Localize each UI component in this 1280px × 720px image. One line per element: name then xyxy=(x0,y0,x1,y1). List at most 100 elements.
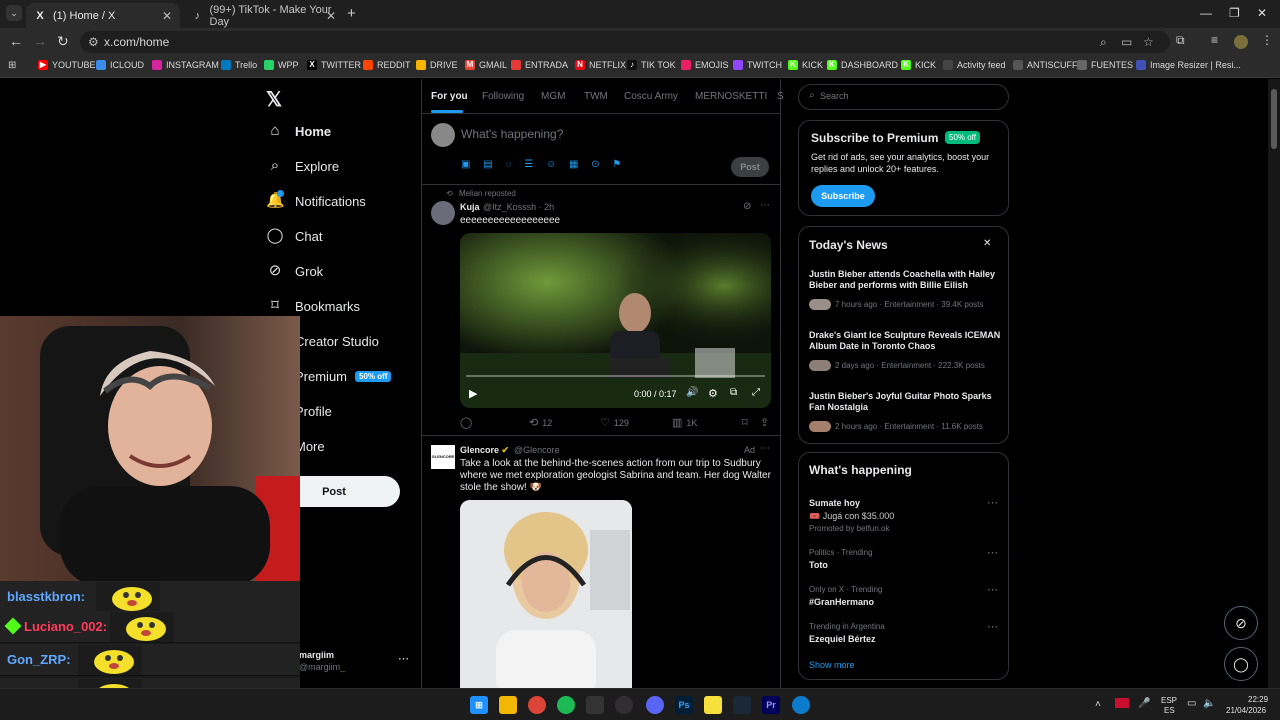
microphone-icon[interactable]: 🎤 xyxy=(1138,698,1150,709)
grok-explain-icon[interactable]: ⊘ xyxy=(743,201,751,212)
app-icon[interactable] xyxy=(586,696,604,714)
network-icon[interactable]: ▭ xyxy=(1187,698,1196,709)
bookmark-item[interactable]: FUENTES xyxy=(1077,60,1133,70)
tab-x-home[interactable]: X (1) Home / X ✕ xyxy=(26,3,180,28)
photoshop-icon[interactable]: Ps xyxy=(675,696,693,714)
bookmark-item[interactable]: ♪ TIK TOK xyxy=(627,60,676,70)
spotify-icon[interactable] xyxy=(557,696,575,714)
bookmark-item[interactable]: EMOJIS xyxy=(681,60,729,70)
cast-icon[interactable]: ▭ xyxy=(1121,35,1132,49)
tweet-author[interactable]: Kuja xyxy=(460,202,480,212)
bookmark-item[interactable]: REDDIT xyxy=(363,60,411,70)
bookmark-item[interactable]: N NETFLIX xyxy=(575,60,626,70)
play-icon[interactable]: ▶ xyxy=(469,387,477,400)
timeline-tab[interactable]: MGM xyxy=(541,91,565,102)
bookmark-item[interactable]: K KICK xyxy=(901,60,936,70)
settings-icon[interactable]: ⚙ xyxy=(708,387,718,400)
profile-avatar[interactable] xyxy=(1234,35,1248,49)
tweet-author[interactable]: Glencore ✔ xyxy=(460,445,509,456)
bookmark-item[interactable]: ANTISCUFF xyxy=(1013,60,1078,70)
nav-bookmarks[interactable]: ⌑ Bookmarks xyxy=(266,297,360,315)
star-icon[interactable]: ☆ xyxy=(1143,35,1154,49)
tweet-handle[interactable]: @Glencore xyxy=(514,445,560,455)
lang-indicator[interactable]: ESP xyxy=(1161,696,1177,705)
tweet-handle[interactable]: @Itz_Kosssh · 2h xyxy=(483,202,554,212)
minimize-icon[interactable]: — xyxy=(1200,6,1212,20)
nav-home[interactable]: ⌂ Home xyxy=(266,122,331,140)
premiere-icon[interactable]: Pr xyxy=(762,696,780,714)
bookmark-item[interactable]: TWITCH xyxy=(733,60,782,70)
obs-icon[interactable] xyxy=(615,696,633,714)
restore-icon[interactable]: ❐ xyxy=(1229,6,1240,20)
volume-icon[interactable]: 🔊 xyxy=(686,387,698,398)
forward-icon[interactable]: → xyxy=(33,33,47,49)
clock-date[interactable]: 21/04/2026 xyxy=(1226,706,1266,715)
sticky-notes-icon[interactable] xyxy=(704,696,722,714)
chrome-icon[interactable] xyxy=(528,696,546,714)
clock-time[interactable]: 22:29 xyxy=(1248,695,1268,704)
gif-icon[interactable]: ▤ xyxy=(483,159,492,170)
more-options-icon[interactable]: ⋯ xyxy=(987,620,998,633)
emoji-icon[interactable]: ☺ xyxy=(546,159,556,170)
x-logo-icon[interactable]: 𝕏 xyxy=(266,87,282,112)
more-options-icon[interactable]: ⋯ xyxy=(987,546,998,559)
bookmark-item[interactable]: K DASHBOARD xyxy=(827,60,898,70)
timeline-tab[interactable]: Following xyxy=(482,91,524,102)
more-options-icon[interactable]: ⋯ xyxy=(760,200,770,211)
tweet-image[interactable] xyxy=(460,500,632,688)
edge-icon[interactable] xyxy=(792,696,810,714)
new-tab-button[interactable]: + xyxy=(347,5,356,22)
bookmark-item[interactable]: Trello xyxy=(221,60,257,70)
bookmark-item[interactable]: X TWITTER xyxy=(307,60,361,70)
more-options-icon[interactable]: ⋯ xyxy=(987,496,998,509)
more-options-icon[interactable]: ⋯ xyxy=(987,583,998,596)
bookmark-item[interactable]: ENTRADA xyxy=(511,60,568,70)
file-explorer-icon[interactable] xyxy=(499,696,517,714)
more-options-icon[interactable]: ⋯ xyxy=(398,652,409,665)
bookmark-item[interactable]: M GMAIL xyxy=(465,60,507,70)
poll-icon[interactable]: ☰ xyxy=(524,159,533,170)
site-info-icon[interactable]: ⚙ xyxy=(88,35,99,49)
timeline-tab[interactable]: For you xyxy=(431,91,468,102)
pip-icon[interactable]: ⧉ xyxy=(730,387,737,398)
back-icon[interactable]: ← xyxy=(9,33,23,49)
nav-notifications[interactable]: 🔔 Notifications xyxy=(266,190,366,210)
grok-image-icon[interactable]: ◌ xyxy=(505,159,511,170)
volume-icon[interactable]: 🔈 xyxy=(1203,698,1215,709)
zoom-icon[interactable]: ⌕ xyxy=(1100,35,1107,50)
advertiser-logo[interactable]: GLENCORE xyxy=(431,445,455,469)
messages-fab[interactable]: ◯ xyxy=(1224,647,1258,681)
reply-button[interactable]: ◯ xyxy=(460,416,476,429)
nav-grok[interactable]: ⊘ Grok xyxy=(266,262,323,280)
close-icon[interactable]: ✕ xyxy=(983,238,991,249)
more-options-icon[interactable]: ⋯ xyxy=(760,443,770,454)
flag-icon[interactable]: ⚑ xyxy=(612,159,621,170)
timeline-tab[interactable]: MERNOSKETTI xyxy=(695,91,767,102)
location-icon[interactable]: ⊙ xyxy=(591,159,599,170)
bookmark-item[interactable]: Activity feed xyxy=(943,60,1006,70)
flag-icon[interactable] xyxy=(1115,698,1129,708)
bookmark-item[interactable]: DRIVE xyxy=(416,60,458,70)
views-button[interactable]: ▥ 1K xyxy=(672,416,697,429)
media-icon[interactable]: ▣ xyxy=(461,159,470,170)
discord-icon[interactable] xyxy=(646,696,664,714)
reload-icon[interactable]: ↻ xyxy=(57,33,69,50)
bookmark-button[interactable]: ⌑ xyxy=(742,416,752,429)
close-icon[interactable]: ✕ xyxy=(162,9,172,23)
compose-post-button[interactable]: Post xyxy=(731,157,769,177)
nav-chat[interactable]: ◯ Chat xyxy=(266,227,323,245)
timeline-tab[interactable]: S xyxy=(777,91,784,102)
bookmark-item[interactable]: WPP xyxy=(264,60,299,70)
show-more-link[interactable]: Show more xyxy=(809,660,855,670)
tray-overflow-icon[interactable]: ˄ xyxy=(1095,699,1101,710)
timeline-tab[interactable]: Coscu Army xyxy=(624,91,678,102)
subscribe-button[interactable]: Subscribe xyxy=(811,185,875,207)
timeline-tab[interactable]: TWM xyxy=(584,91,608,102)
extensions-icon[interactable]: ⧉ xyxy=(1176,33,1185,48)
start-icon[interactable]: ⊞ xyxy=(470,696,488,714)
bookmark-item[interactable]: K KICK xyxy=(788,60,823,70)
retweet-button[interactable]: ⟲ 12 xyxy=(529,416,552,429)
apps-grid-icon[interactable]: ⊞ xyxy=(8,60,16,71)
window-close-icon[interactable]: ✕ xyxy=(1257,6,1267,20)
tab-tiktok[interactable]: ♪ (99+) TikTok - Make Your Day ✕ xyxy=(184,3,344,28)
